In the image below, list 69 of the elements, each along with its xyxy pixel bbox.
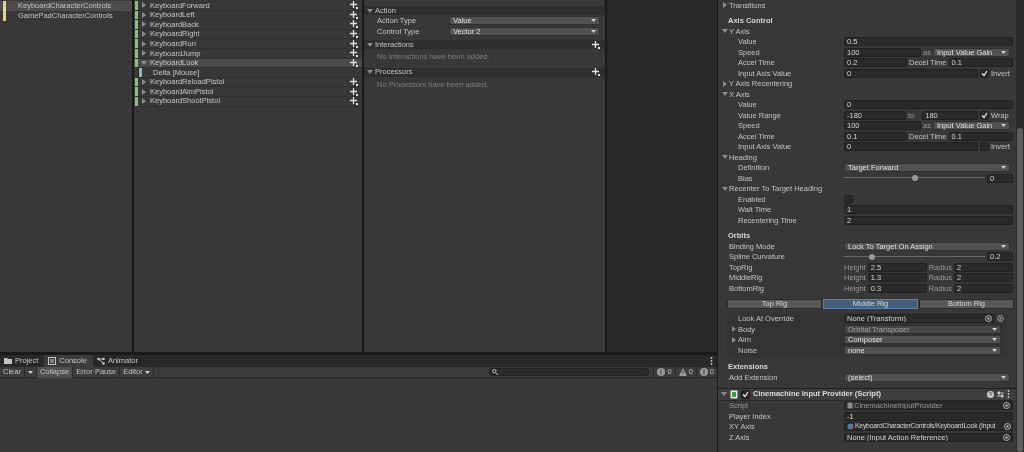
script-icon xyxy=(847,402,853,410)
script-icon xyxy=(730,389,738,399)
collapsed-arrow-icon[interactable] xyxy=(731,336,737,343)
checkbox[interactable] xyxy=(980,68,989,78)
add-icon[interactable] xyxy=(350,10,358,19)
add-icon[interactable] xyxy=(350,49,358,58)
add-icon[interactable] xyxy=(350,58,358,67)
search-field[interactable] xyxy=(489,368,650,376)
collapsed-arrow-icon[interactable] xyxy=(141,88,147,95)
caret-icon xyxy=(591,30,596,33)
caret-icon xyxy=(1001,244,1006,248)
caret-icon xyxy=(27,370,33,374)
collapsed-arrow-icon[interactable] xyxy=(722,80,728,87)
add-icon[interactable] xyxy=(350,1,358,10)
enable-checkbox[interactable] xyxy=(741,389,750,399)
add-icon[interactable] xyxy=(592,68,600,76)
add-icon[interactable] xyxy=(350,20,358,29)
add-icon[interactable] xyxy=(350,30,358,39)
checkbox[interactable] xyxy=(844,194,853,204)
add-icon[interactable] xyxy=(592,40,600,49)
expanded-arrow-icon[interactable] xyxy=(722,28,728,35)
caret-icon xyxy=(1001,375,1006,379)
expanded-arrow-icon[interactable] xyxy=(722,91,728,98)
collapsed-arrow-icon[interactable] xyxy=(141,31,147,38)
caret-icon xyxy=(992,327,997,331)
scrollbar-thumb[interactable] xyxy=(1017,128,1023,452)
collapsed-arrow-icon[interactable] xyxy=(141,40,147,47)
expanded-arrow-icon[interactable] xyxy=(722,185,728,192)
add-icon[interactable] xyxy=(350,97,358,106)
settings-icon[interactable] xyxy=(997,315,1004,323)
caret-icon xyxy=(144,370,150,374)
caret-icon xyxy=(992,348,997,352)
slider-thumb[interactable] xyxy=(911,175,918,182)
collapsed-arrow-icon[interactable] xyxy=(722,2,728,9)
caret-icon xyxy=(1001,166,1006,170)
more-icon[interactable] xyxy=(710,357,713,365)
collapsed-arrow-icon[interactable] xyxy=(141,21,147,28)
scrollbar[interactable] xyxy=(1016,0,1024,452)
more-icon[interactable] xyxy=(1007,390,1010,398)
search-icon xyxy=(492,369,499,375)
node-graph-icon xyxy=(96,357,105,365)
add-icon[interactable] xyxy=(350,39,358,48)
caret-icon xyxy=(591,19,596,22)
target-icon[interactable] xyxy=(985,315,992,323)
add-icon[interactable] xyxy=(350,87,358,96)
caret-icon xyxy=(992,338,997,342)
input-action-icon xyxy=(847,423,854,431)
expanded-arrow-icon[interactable] xyxy=(722,154,728,161)
collapsed-arrow-icon[interactable] xyxy=(141,79,147,86)
expanded-arrow-icon[interactable] xyxy=(721,391,727,397)
expanded-arrow-icon[interactable] xyxy=(367,69,373,75)
collapsed-arrow-icon[interactable] xyxy=(141,2,147,9)
collapsed-arrow-icon[interactable] xyxy=(141,50,147,57)
slider-track[interactable] xyxy=(844,252,985,261)
folder-icon xyxy=(4,357,12,365)
checkbox[interactable] xyxy=(980,142,989,152)
expanded-arrow-icon[interactable] xyxy=(141,59,147,66)
add-icon[interactable] xyxy=(350,78,358,87)
checkbox[interactable] xyxy=(980,110,989,120)
expanded-arrow-icon[interactable] xyxy=(367,41,373,48)
help-icon[interactable] xyxy=(987,390,994,398)
caret-icon xyxy=(1001,124,1006,128)
caret-icon xyxy=(1001,50,1006,54)
list-icon xyxy=(48,357,57,365)
sliders-icon[interactable] xyxy=(997,390,1004,398)
slider-thumb[interactable] xyxy=(869,253,876,260)
collapsed-arrow-icon[interactable] xyxy=(141,11,147,18)
collapsed-arrow-icon[interactable] xyxy=(141,98,147,105)
expanded-arrow-icon[interactable] xyxy=(367,7,373,14)
